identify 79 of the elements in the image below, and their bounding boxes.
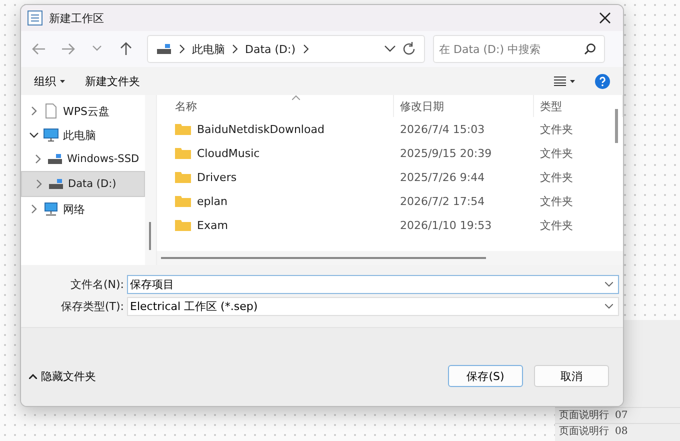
date-cell-text: 2025/9/15 20:39 (399, 146, 493, 160)
row-number: 08 (615, 425, 628, 438)
file-row[interactable]: BaiduNetdiskDownload (157, 117, 394, 141)
folder-icon (175, 123, 191, 135)
date-cell-text: 2026/7/2 17:54 (399, 194, 486, 208)
scrollbar-thumb[interactable] (615, 109, 618, 143)
folder-icon (175, 219, 191, 231)
field-label: 保存类型(T): (60, 299, 124, 314)
search-icon (584, 43, 596, 55)
back-icon (30, 41, 46, 57)
hide-folders-button[interactable]: 隐藏文件夹 (27, 366, 98, 386)
drive-icon (47, 151, 63, 167)
type-cell-text: 文件夹 (539, 194, 574, 208)
monitor-icon (43, 127, 59, 143)
row-number: 07 (615, 409, 628, 422)
file-row[interactable]: Exam (157, 213, 394, 237)
help-button[interactable] (592, 72, 613, 90)
date-cell-text: 2026/7/4 15:03 (399, 122, 486, 136)
file-row[interactable]: Drivers (157, 165, 394, 189)
folder-icon (175, 171, 191, 183)
navigation-item[interactable]: Windows-SSD (21, 147, 145, 171)
date-cell-text: 2026/1/10 19:53 (399, 218, 493, 232)
forward-icon (60, 41, 76, 57)
file-type-dropdown[interactable]: Electrical 工作区 (*.sep) (127, 297, 619, 316)
chevron-down-icon (384, 45, 396, 53)
row-label: 页面说明行 (559, 425, 609, 438)
navigation-item[interactable]: 此电脑 (21, 123, 145, 147)
breadcrumb-item[interactable]: 此电脑 (192, 42, 225, 56)
navigation-item[interactable]: Data (D:) (21, 171, 145, 197)
sort-caret-icon (292, 95, 300, 100)
chevron-right-icon (231, 44, 239, 54)
chevron-right-icon (34, 179, 44, 189)
field-label: 文件名(N): (69, 277, 124, 292)
breadcrumb-item[interactable]: Data (D:) (245, 42, 296, 56)
folder-icon (175, 147, 191, 159)
search-field[interactable]: 在 Data (D:) 中搜索 (433, 35, 605, 63)
column-header[interactable]: 修改日期 (394, 95, 534, 117)
type-cell-text: 文件夹 (539, 170, 574, 184)
refresh-icon (402, 42, 416, 56)
row-label: 页面说明行 (559, 409, 609, 422)
chevron-down-icon (29, 130, 39, 140)
column-header[interactable]: 名称 (157, 95, 394, 117)
chevron-right-icon (29, 204, 39, 214)
chevron-right-icon (178, 44, 186, 54)
caret-icon (570, 80, 575, 82)
chevron-up-icon (29, 374, 37, 378)
file-row[interactable]: CloudMusic (157, 141, 394, 165)
date-cell-text: 2025/7/26 9:44 (399, 170, 486, 184)
window-icon (27, 10, 43, 26)
help-icon (595, 74, 610, 88)
new-folder-button[interactable]: 新建文件夹 (82, 72, 143, 90)
chevron-down-icon (605, 304, 613, 309)
list-view-icon (554, 76, 566, 86)
network-icon (43, 201, 59, 217)
navigation-item[interactable]: 网络 (21, 197, 145, 221)
type-cell-text: 文件夹 (539, 122, 574, 136)
window-title: 新建工作区 (49, 10, 104, 26)
view-menu-button[interactable] (551, 74, 578, 88)
file-row[interactable]: eplan (157, 189, 394, 213)
drive-icon (156, 43, 172, 55)
chevron-right-icon (29, 106, 39, 116)
navigation-item[interactable]: WPS云盘 (21, 99, 145, 123)
chevron-down-icon (605, 282, 613, 287)
save-button[interactable]: 保存(S) (448, 365, 523, 387)
chevron-right-icon (33, 154, 43, 164)
address-bar[interactable]: 此电脑 Data (D:) (147, 35, 425, 63)
type-cell-text: 文件夹 (539, 146, 574, 160)
scrollbar-thumb[interactable] (149, 222, 151, 250)
scrollbar-thumb[interactable] (161, 257, 486, 259)
close-icon (599, 12, 611, 24)
chevron-right-icon (302, 44, 310, 54)
caret-icon (60, 80, 65, 82)
cancel-button[interactable]: 取消 (534, 365, 609, 387)
type-cell-text: 文件夹 (539, 218, 574, 232)
drive-icon (48, 176, 64, 192)
filename-field[interactable]: 保存项目 (127, 275, 619, 294)
folder-icon (175, 195, 191, 207)
organize-menu-button[interactable]: 组织 (31, 72, 68, 90)
document-icon (43, 103, 59, 119)
